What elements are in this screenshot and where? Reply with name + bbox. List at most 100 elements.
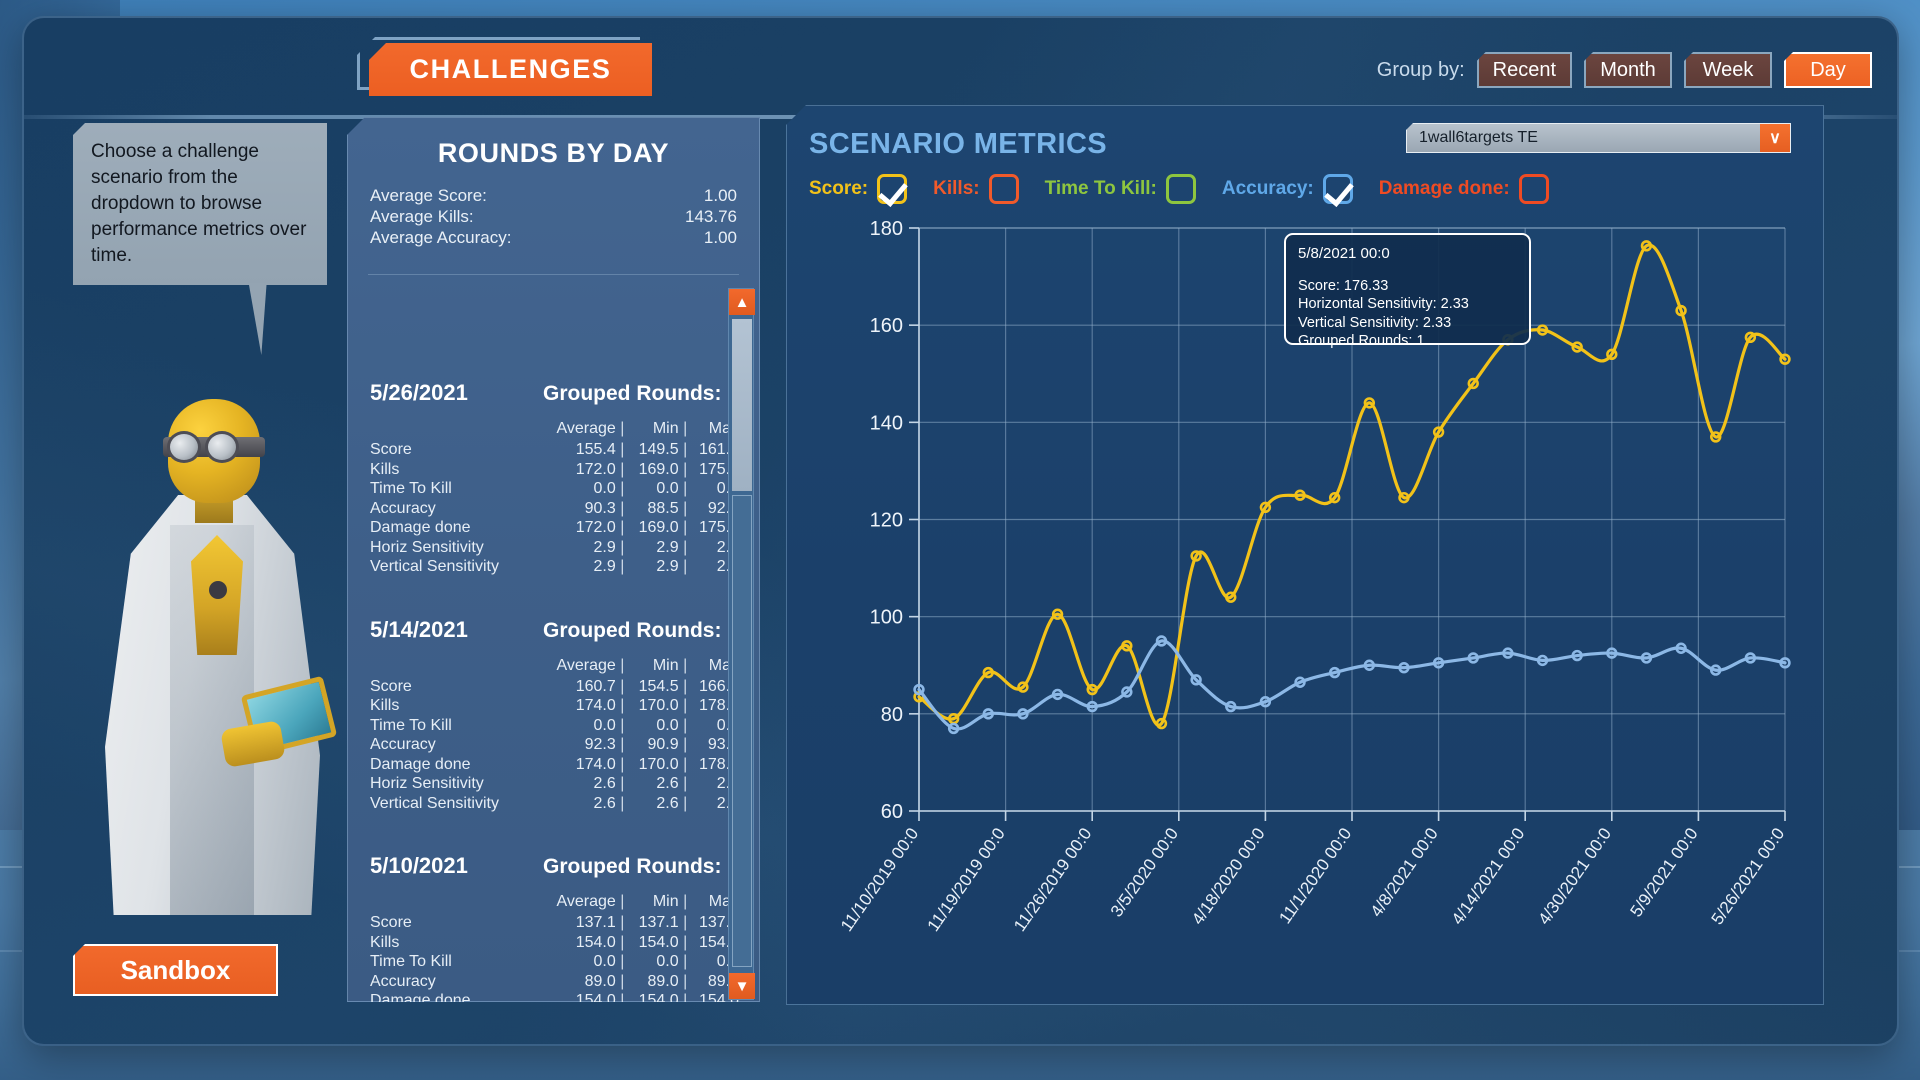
table-row: Score 137.1 | 137.1 | 137.1 xyxy=(370,914,739,931)
avatar xyxy=(75,385,350,915)
average-score-label: Average Score: xyxy=(370,186,487,205)
group-rounds: Grouped Rounds: 2 xyxy=(543,382,739,405)
group-stats-table: Average | Min | Max Score 160.7 | 154.5 | 1… xyxy=(370,657,739,814)
svg-text:4/30/2021 00:0: 4/30/2021 00:0 xyxy=(1534,824,1615,928)
list-item[interactable]: 5/14/2021 Grouped Rounds: 2 Average | Mi… xyxy=(370,617,739,814)
group-header: 5/10/2021 Grouped Rounds: 1 xyxy=(370,853,739,879)
rounds-panel-title: ROUNDS BY DAY xyxy=(437,138,670,168)
tooltip-date: 5/8/2021 00:0 xyxy=(1298,245,1390,262)
group-date: 5/26/2021 xyxy=(370,380,468,405)
average-accuracy-label: Average Accuracy: xyxy=(370,228,512,247)
svg-text:4/8/2021 00:0: 4/8/2021 00:0 xyxy=(1367,824,1442,920)
svg-text:160: 160 xyxy=(870,315,903,337)
table-row: Kills 172.0 | 169.0 | 175.0 xyxy=(370,460,739,478)
scroll-up-icon[interactable]: ▲ xyxy=(729,289,755,315)
svg-text:4/18/2020 00:0: 4/18/2020 00:0 xyxy=(1188,824,1269,928)
avatar-goggle-left xyxy=(167,431,201,463)
svg-text:11/1/2020 00:0: 11/1/2020 00:0 xyxy=(1275,824,1355,927)
scrollbar-track[interactable] xyxy=(732,495,752,967)
average-kills-label: Average Kills: xyxy=(370,207,474,226)
svg-text:5/26/2021 00:0: 5/26/2021 00:0 xyxy=(1708,824,1789,928)
scroll-down-icon[interactable]: ▼ xyxy=(729,973,755,999)
table-row: Vertical Sensitivity2.6 |2.6 |2.6 xyxy=(370,794,739,812)
title-banner: CHALLENGES xyxy=(369,43,652,96)
toggle-score[interactable]: Score: xyxy=(809,174,908,204)
group-date: 5/14/2021 xyxy=(370,616,468,642)
checkbox-damage-done[interactable] xyxy=(1518,174,1549,204)
page-title: CHALLENGES xyxy=(357,37,652,96)
avatar-goggle-right xyxy=(205,431,239,463)
checkbox-score[interactable] xyxy=(877,174,908,204)
table-row: Damage done 154.0 | 154.0 | 154.0 xyxy=(370,992,739,1003)
chevron-down-icon[interactable]: ∨ xyxy=(1760,124,1790,152)
scrollbar-thumb[interactable] xyxy=(732,319,752,491)
scenario-dropdown[interactable]: 1wall6targets TE ∨ xyxy=(1406,123,1791,153)
group-rounds: Grouped Rounds: 1 xyxy=(543,855,739,878)
col-average: Average | xyxy=(556,893,625,910)
table-row: Horiz Sensitivity2.6 |2.6 |2.6 xyxy=(370,775,739,792)
col-average: Average | xyxy=(556,656,625,674)
svg-text:100: 100 xyxy=(870,607,903,629)
list-item[interactable]: 5/10/2021 Grouped Rounds: 1 Average | Mi… xyxy=(370,853,739,1003)
average-accuracy-row: Average Accuracy: 1.00 xyxy=(370,227,737,248)
group-by-control: Group by: Recent Month Week Day xyxy=(1377,52,1872,88)
group-by-label: Group by: xyxy=(1376,58,1465,81)
average-accuracy-value: 1.00 xyxy=(703,228,737,247)
checkbox-accuracy[interactable] xyxy=(1322,174,1353,204)
table-row: Kills 174.0 | 170.0 | 178.0 xyxy=(370,697,739,714)
toggle-kills-label: Kills: xyxy=(933,178,980,199)
table-row: Time To Kill0.0 |0.0 |0.0 xyxy=(370,480,739,497)
col-blank xyxy=(370,893,537,913)
group-rounds: Grouped Rounds: 2 xyxy=(543,618,739,642)
toggle-accuracy[interactable]: Accuracy: xyxy=(1222,174,1353,204)
sandbox-button[interactable]: Sandbox xyxy=(73,944,278,996)
metric-toggles: Score: Kills: Time To Kill: Accuracy: Da… xyxy=(809,174,1549,204)
group-by-recent[interactable]: Recent xyxy=(1476,52,1572,88)
table-row: Time To Kill0.0 |0.0 |0.0 xyxy=(370,953,739,970)
toggle-accuracy-label: Accuracy: xyxy=(1221,178,1314,199)
toggle-time-to-kill[interactable]: Time To Kill: xyxy=(1045,174,1196,204)
checkbox-kills[interactable] xyxy=(988,174,1019,204)
table-row: Score 160.7 | 154.5 | 166.8 xyxy=(370,677,739,695)
table-row: Accuracy 89.0 | 89.0 | 89.0 xyxy=(370,972,739,990)
list-item[interactable]: 5/26/2021 Grouped Rounds: 2 Average | Mi… xyxy=(370,380,739,577)
svg-text:11/26/2019 00:0: 11/26/2019 00:0 xyxy=(1010,824,1095,935)
rounds-scrollbar[interactable]: ▲ ▼ xyxy=(728,288,755,1000)
svg-text:60: 60 xyxy=(881,801,903,823)
svg-text:11/10/2019 00:0: 11/10/2019 00:0 xyxy=(837,824,922,935)
avatar-chest-dot xyxy=(209,581,227,599)
svg-text:4/14/2021 00:0: 4/14/2021 00:0 xyxy=(1448,824,1529,928)
table-row: Time To Kill0.0 |0.0 |0.0 xyxy=(370,716,739,734)
toggle-kills[interactable]: Kills: xyxy=(933,174,1019,204)
tooltip-horiz: Horizontal Sensitivity: 2.33 xyxy=(1298,296,1469,312)
toggle-time-to-kill-label: Time To Kill: xyxy=(1044,178,1157,199)
scenario-dropdown-value: 1wall6targets TE xyxy=(1419,129,1538,146)
tooltip-rounds: Grouped Rounds: 1 xyxy=(1298,333,1425,349)
table-row: Damage done 174.0 | 170.0 | 178.0 xyxy=(370,755,739,773)
toggle-damage-done[interactable]: Damage done: xyxy=(1379,174,1549,204)
scenario-metrics-panel: SCENARIO METRICS 1wall6targets TE ∨ Scor… xyxy=(786,105,1824,1005)
metrics-panel-title: SCENARIO METRICS xyxy=(809,128,1108,160)
table-row: Kills 154.0 | 154.0 | 154.0 xyxy=(370,933,739,951)
checkbox-time-to-kill[interactable] xyxy=(1165,174,1196,204)
table-header-row: Average | Min | Max xyxy=(370,420,739,440)
group-stats-table: Average | Min | Max Score 137.1 | 137.1 | 1… xyxy=(370,893,739,1003)
table-row: Accuracy 92.3 | 90.9 | 93.7 xyxy=(370,736,739,753)
table-header-row: Average | Min | Max xyxy=(370,893,739,913)
toggle-score-label: Score: xyxy=(809,178,869,199)
rounds-panel: ROUNDS BY DAY Average Score: 1.00 Averag… xyxy=(347,117,760,1002)
svg-text:5/9/2021 00:0: 5/9/2021 00:0 xyxy=(1626,824,1701,920)
table-row: Accuracy 90.3 | 88.5 | 92.1 xyxy=(370,499,739,517)
average-score-row: Average Score: 1.00 xyxy=(370,185,737,206)
toggle-damage-done-label: Damage done: xyxy=(1378,178,1510,199)
col-min: Min | xyxy=(652,420,688,437)
group-header: 5/26/2021 Grouped Rounds: 2 xyxy=(370,380,739,406)
table-row: Damage done 172.0 | 169.0 | 175.0 xyxy=(370,519,739,536)
group-stats-table: Average | Min | Max Score 155.4 | 149.5 | 1… xyxy=(370,420,739,577)
rounds-list[interactable]: 5/26/2021 Grouped Rounds: 2 Average | Mi… xyxy=(348,358,760,1003)
group-by-week[interactable]: Week xyxy=(1684,52,1772,88)
tooltip-score: Score: 176.33 xyxy=(1298,277,1389,294)
group-by-month[interactable]: Month xyxy=(1584,52,1672,88)
group-by-day[interactable]: Day xyxy=(1784,52,1872,88)
svg-text:80: 80 xyxy=(881,704,903,726)
